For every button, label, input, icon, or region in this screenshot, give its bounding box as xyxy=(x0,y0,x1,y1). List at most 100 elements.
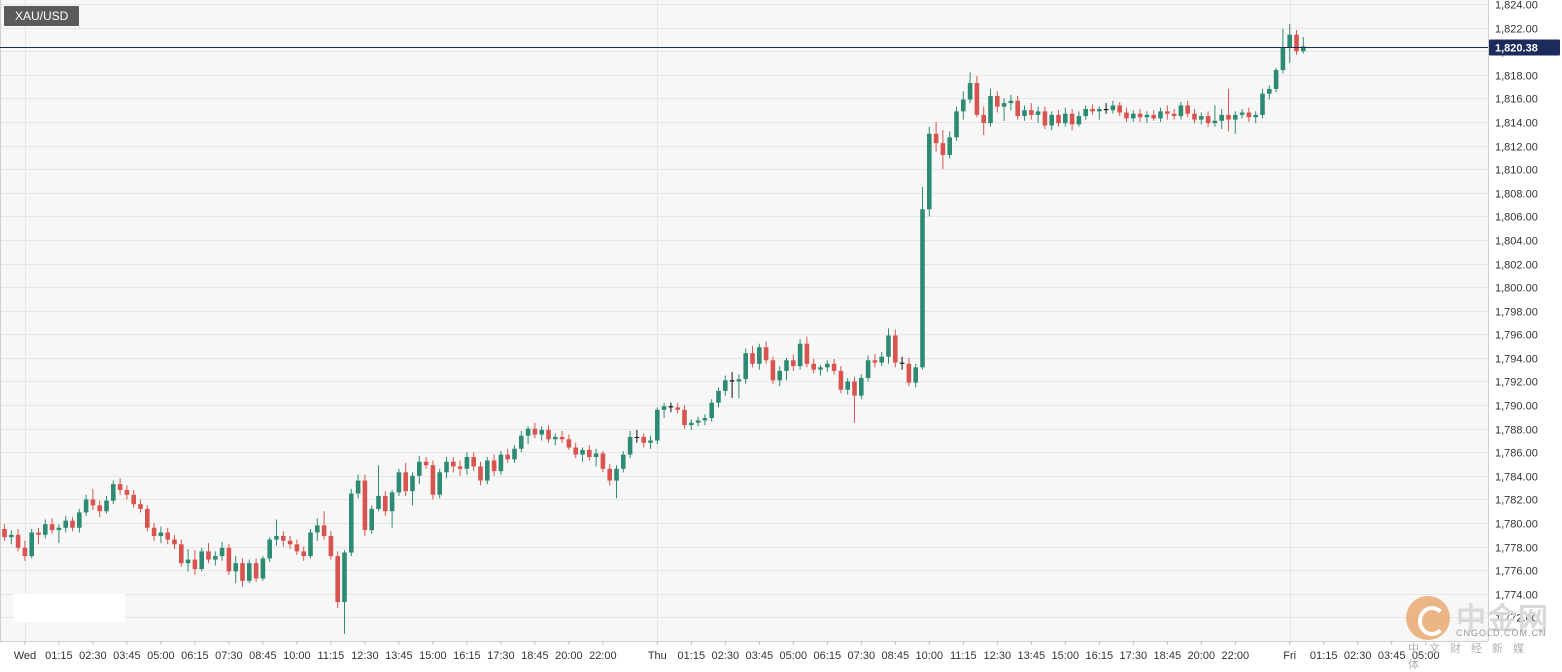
candle-body xyxy=(403,472,408,492)
candle-body xyxy=(267,539,272,559)
candle-body xyxy=(954,111,959,138)
x-tick-label: 18:45 xyxy=(521,650,549,662)
candle-body xyxy=(117,484,123,491)
candle-body xyxy=(1192,113,1197,120)
candle-body xyxy=(539,429,544,435)
candle-body xyxy=(1029,110,1034,115)
candle-body xyxy=(90,499,96,506)
x-tick-label: 03:45 xyxy=(746,650,774,662)
y-tick-label: 1,780.00 xyxy=(1495,519,1538,531)
candle-body xyxy=(1076,116,1082,125)
candle-body xyxy=(192,559,198,570)
candle-body xyxy=(1035,111,1041,115)
y-tick-label: 1,810.00 xyxy=(1495,165,1538,177)
candle-body xyxy=(179,544,184,564)
candle-body xyxy=(185,559,191,564)
candle-body xyxy=(1001,103,1007,107)
candle-body xyxy=(525,428,531,436)
x-tick-label: 17:30 xyxy=(1120,650,1148,662)
candle xyxy=(485,456,490,485)
y-tick-label: 1,788.00 xyxy=(1495,425,1538,437)
candle-body xyxy=(1110,105,1116,111)
x-tick-label: 18:45 xyxy=(1154,650,1182,662)
candle-body xyxy=(1280,47,1286,71)
y-tick-label: 1,822.00 xyxy=(1495,24,1538,36)
candle-body xyxy=(1199,116,1204,120)
candle-body xyxy=(668,406,674,408)
candle-body xyxy=(1022,110,1027,117)
candle-body xyxy=(63,520,68,528)
candle-body xyxy=(1239,112,1245,115)
candle-body xyxy=(29,532,34,557)
x-tick-label: 20:00 xyxy=(1188,650,1216,662)
y-tick-label: 1,818.00 xyxy=(1495,71,1538,83)
y-tick-label: 1,816.00 xyxy=(1495,94,1538,106)
candle-body xyxy=(702,418,708,421)
x-tick-label: 06:15 xyxy=(181,650,209,662)
candle-body xyxy=(15,534,21,548)
candle-body xyxy=(321,525,327,537)
x-tick-label: 15:00 xyxy=(1052,650,1080,662)
candle xyxy=(260,556,266,581)
y-tick-label: 1,790.00 xyxy=(1495,401,1538,413)
candle-body xyxy=(240,563,245,581)
candle-body xyxy=(709,402,714,419)
candle-body xyxy=(151,527,157,537)
candle-body xyxy=(1151,114,1156,119)
candle-body xyxy=(641,436,646,443)
x-tick-label: 10:00 xyxy=(916,650,944,662)
candle-body xyxy=(947,137,952,155)
candle xyxy=(770,356,776,384)
candle-body xyxy=(675,407,680,410)
y-tick-label: 1,808.00 xyxy=(1495,189,1538,201)
candle-body xyxy=(233,563,238,572)
x-tick-label: 13:45 xyxy=(1018,650,1046,662)
candle-body xyxy=(9,534,14,538)
candle xyxy=(920,186,925,370)
candle-body xyxy=(519,435,524,449)
y-tick-label: 1,782.00 xyxy=(1495,495,1538,507)
y-tick-label: 1,794.00 xyxy=(1495,354,1538,366)
x-tick-label: 22:00 xyxy=(589,650,617,662)
symbol-label: XAU/USD xyxy=(4,6,80,26)
candle-body xyxy=(505,454,510,460)
candle-body xyxy=(967,83,973,100)
candle-body xyxy=(777,370,782,381)
candle-body xyxy=(825,363,830,368)
candle xyxy=(430,460,436,500)
candle-body xyxy=(219,547,225,557)
candle-body xyxy=(410,475,415,492)
candle-body xyxy=(1097,108,1102,112)
candle-body xyxy=(716,390,721,403)
x-tick-label: 02:30 xyxy=(79,650,107,662)
candle-body xyxy=(559,436,565,440)
y-tick-label: 1,792.00 xyxy=(1495,377,1538,389)
candle-body xyxy=(158,532,164,537)
candle-body xyxy=(763,347,769,361)
candle xyxy=(199,547,204,572)
candle-body xyxy=(852,381,857,396)
x-tick-label: 13:45 xyxy=(385,650,413,662)
candle-body xyxy=(899,362,905,364)
watermark-url: CNGOLD.COM.CN xyxy=(1456,628,1547,638)
candle-body xyxy=(580,449,585,455)
y-tick-label: 1,778.00 xyxy=(1495,543,1538,555)
x-tick-label: 05:00 xyxy=(147,650,175,662)
candle-body xyxy=(974,83,980,115)
candle-body xyxy=(1124,112,1129,119)
x-tick-label: 22:00 xyxy=(1222,650,1250,662)
candle-body xyxy=(811,363,816,370)
candle-body xyxy=(2,528,7,538)
candle-body xyxy=(532,428,538,435)
candle-body xyxy=(457,466,463,469)
candle-body xyxy=(172,539,177,545)
x-tick-label: 15:00 xyxy=(419,650,447,662)
y-tick-label: 1,786.00 xyxy=(1495,448,1538,460)
candle-body xyxy=(145,508,150,528)
candle-body xyxy=(927,133,932,210)
candle-body xyxy=(1056,114,1061,124)
candle-body xyxy=(1042,111,1048,126)
candle-body xyxy=(22,547,28,557)
x-tick-label: 02:30 xyxy=(712,650,740,662)
candle-body xyxy=(723,380,728,391)
